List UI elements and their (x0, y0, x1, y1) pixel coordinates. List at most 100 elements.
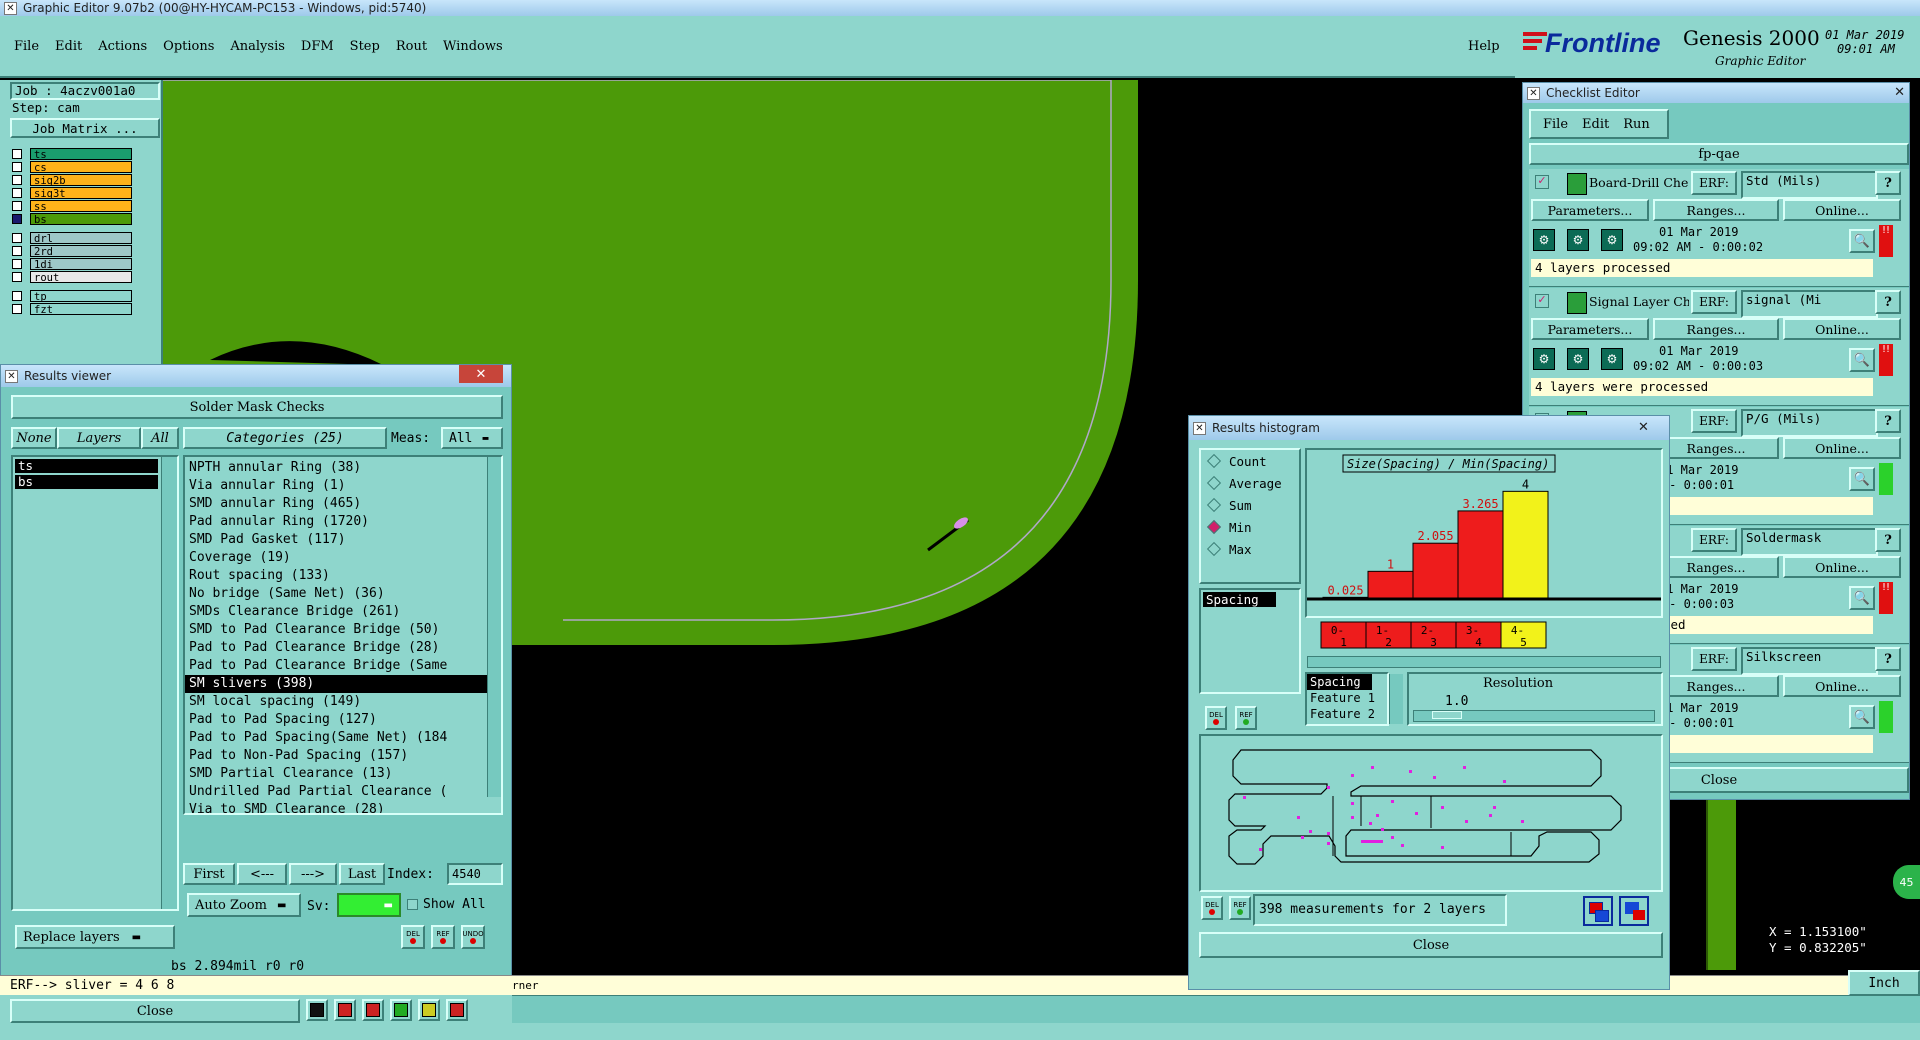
histogram-field-list[interactable]: Spacing (1199, 588, 1301, 694)
del-icon[interactable]: DEL (1205, 706, 1227, 730)
histogram-close-button[interactable]: Close (1199, 932, 1663, 958)
ref-icon[interactable]: REF (1229, 896, 1251, 920)
help-icon[interactable]: ? (1875, 528, 1901, 552)
category-item[interactable]: SM slivers (398) (185, 675, 487, 693)
categories-scrollbar[interactable] (487, 457, 501, 797)
erf-button[interactable]: ERF: (1691, 409, 1737, 433)
erf-value[interactable]: signal (Mi (1741, 290, 1878, 318)
category-item[interactable]: Coverage (19) (185, 549, 487, 567)
histogram-bar[interactable] (1457, 510, 1504, 599)
layer-row-drl[interactable]: drl (12, 232, 132, 245)
zoom-icon[interactable]: 🔍 (1849, 705, 1875, 729)
prev-button[interactable]: <--- (237, 863, 287, 885)
results-layer-item[interactable]: bs (15, 475, 158, 489)
zoom-icon[interactable]: 🔍 (1849, 586, 1875, 610)
option-sum[interactable]: Sum (1201, 494, 1299, 516)
run-icon[interactable]: ⚙ (1533, 229, 1555, 251)
menu-options[interactable]: Options (163, 39, 214, 57)
index-input[interactable]: 4540 (447, 863, 503, 885)
category-item[interactable]: Rout spacing (133) (185, 567, 487, 585)
number-icon[interactable] (390, 999, 412, 1021)
close-icon[interactable]: ✕ (1638, 420, 1649, 435)
cross-icon[interactable] (362, 999, 384, 1021)
sv-color-dropdown[interactable]: ▬ (337, 893, 401, 917)
ref-icon[interactable]: REF (1235, 706, 1257, 730)
chart-icon[interactable] (446, 999, 468, 1021)
radio-icon[interactable] (1206, 519, 1222, 535)
replace-layers-dropdown[interactable]: Replace layers ▬ (15, 925, 175, 949)
online-button[interactable]: Online... (1783, 199, 1901, 221)
show-all-checkbox[interactable] (407, 899, 418, 910)
erf-value[interactable]: Std (Mils) (1741, 171, 1878, 199)
category-item[interactable]: Pad to Pad Spacing (127) (185, 711, 487, 729)
category-item[interactable]: Via to SMD Clearance (28) (185, 801, 487, 813)
fields-scrollbar[interactable] (1389, 674, 1403, 724)
categories-button[interactable]: Categories (25) (183, 427, 387, 449)
option-min[interactable]: Min (1201, 516, 1299, 538)
units-button[interactable]: Inch (1848, 970, 1920, 996)
category-item[interactable]: NPTH annular Ring (38) (185, 459, 487, 477)
category-item[interactable]: Pad to Pad Clearance Bridge (28) (185, 639, 487, 657)
check-enable-checkbox[interactable]: ✓ (1535, 294, 1549, 308)
zoom-icon[interactable]: 🔍 (1849, 348, 1875, 372)
notes-icon[interactable] (418, 999, 440, 1021)
layers-button[interactable]: Layers (57, 427, 141, 449)
histogram-bar[interactable] (1412, 542, 1459, 599)
help-icon[interactable]: ? (1875, 647, 1901, 671)
spacing-item[interactable]: Spacing (1203, 592, 1276, 607)
radio-icon[interactable] (1206, 497, 1222, 513)
results-close-button[interactable]: Close (10, 999, 300, 1023)
layer-checkbox[interactable] (12, 175, 22, 185)
layer-checkbox[interactable] (12, 291, 22, 301)
fit-view-icon[interactable] (1619, 896, 1649, 926)
category-item[interactable]: SMD annular Ring (465) (185, 495, 487, 513)
layer-checkbox[interactable] (12, 149, 22, 159)
field-item[interactable]: Spacing (1307, 674, 1372, 690)
erf-button[interactable]: ERF: (1691, 171, 1737, 195)
results-layer-item[interactable]: ts (15, 459, 158, 473)
radio-icon[interactable] (1206, 475, 1222, 491)
layer-checkbox[interactable] (12, 233, 22, 243)
ranges-button[interactable]: Ranges... (1653, 437, 1779, 459)
menu-actions[interactable]: Actions (98, 39, 147, 57)
category-item[interactable]: Undrilled Pad Partial Clearance ( (185, 783, 487, 801)
erf-button[interactable]: ERF: (1691, 290, 1737, 314)
layer-row-sig2b[interactable]: sig2b (12, 174, 132, 187)
ranges-button[interactable]: Ranges... (1653, 675, 1779, 697)
zoom-icon[interactable]: 🔍 (1849, 467, 1875, 491)
category-item[interactable]: SMD Pad Gasket (117) (185, 531, 487, 549)
undo-icon[interactable]: UNDO (461, 925, 485, 949)
layer-row-1di[interactable]: 1di (12, 258, 132, 271)
meas-dropdown[interactable]: All ▬ (441, 427, 503, 449)
erf-value[interactable]: Soldermask (1741, 528, 1878, 556)
stop-icon[interactable]: ⚙ (1601, 348, 1623, 370)
close-icon[interactable]: ✕ (1894, 85, 1905, 100)
option-max[interactable]: Max (1201, 538, 1299, 560)
layer-row-cs[interactable]: cs (12, 161, 132, 174)
category-item[interactable]: No bridge (Same Net) (36) (185, 585, 487, 603)
close-icon[interactable]: ✕ (459, 365, 503, 383)
del-icon[interactable]: DEL (401, 925, 425, 949)
resolution-slider[interactable] (1413, 710, 1655, 722)
layer-checkbox[interactable] (12, 304, 22, 314)
delete-icon[interactable] (334, 999, 356, 1021)
notification-badge[interactable]: 45 (1893, 865, 1920, 899)
stop-icon[interactable]: ⚙ (1601, 229, 1623, 251)
category-item[interactable]: Pad to Pad Spacing(Same Net) (184 (185, 729, 487, 747)
menu-edit[interactable]: Edit (55, 39, 82, 57)
run-all-icon[interactable]: ⚙ (1567, 229, 1589, 251)
category-item[interactable]: SMD to Pad Clearance Bridge (50) (185, 621, 487, 639)
slider-handle[interactable] (1432, 711, 1462, 719)
layer-row-2rd[interactable]: 2rd (12, 245, 132, 258)
menu-file[interactable]: File (14, 39, 39, 57)
auto-zoom-dropdown[interactable]: Auto Zoom ▬ (187, 893, 301, 917)
layer-row-bs[interactable]: bs (12, 213, 132, 226)
layer-checkbox[interactable] (12, 201, 22, 211)
parameters-button[interactable]: Parameters... (1531, 318, 1649, 340)
category-item[interactable]: SMD Partial Clearance (13) (185, 765, 487, 783)
menu-windows[interactable]: Windows (443, 39, 503, 57)
erf-value[interactable]: Silkscreen (1741, 647, 1878, 675)
option-count[interactable]: Count (1201, 450, 1299, 472)
erf-button[interactable]: ERF: (1691, 647, 1737, 671)
zoom-icon[interactable]: 🔍 (1849, 229, 1875, 253)
